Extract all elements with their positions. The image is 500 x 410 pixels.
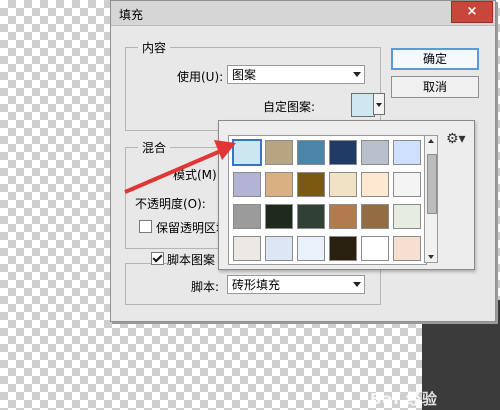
script-select-value: 砖形填充 [232,278,281,292]
pattern-swatch[interactable] [361,236,389,261]
pattern-swatch[interactable] [233,204,261,229]
script-select[interactable]: 砖形填充 [227,275,365,294]
pattern-swatch[interactable] [361,172,389,197]
pattern-swatch[interactable] [329,140,357,165]
content-group-legend: 内容 [138,39,171,56]
use-select[interactable]: 图案 [227,65,365,84]
custom-pattern-dropdown-button[interactable] [373,93,385,115]
ok-button[interactable]: 确定 [391,48,479,70]
pattern-swatch[interactable] [297,204,325,229]
gear-icon[interactable]: ⚙▾ [446,131,466,147]
pattern-swatch[interactable] [393,140,421,165]
script-label: 脚本: [191,280,220,294]
pattern-swatch[interactable] [297,236,325,261]
pattern-scrollbar[interactable] [424,135,438,263]
script-pattern-label: 脚本图案 [167,251,219,268]
pattern-swatch[interactable] [361,204,389,229]
use-select-value: 图案 [232,68,257,82]
pattern-swatch[interactable] [233,172,261,197]
content-group: 内容 [125,39,381,131]
chevron-down-icon [353,72,361,77]
pattern-swatch[interactable] [297,172,325,197]
dialog-title: 填充 [119,8,144,22]
pattern-swatch[interactable] [329,236,357,261]
pattern-swatch[interactable] [297,140,325,165]
pattern-swatch[interactable] [265,236,293,261]
watermark: Bai 经验 [370,390,438,408]
scroll-up-icon[interactable] [428,139,434,143]
pattern-swatch[interactable] [233,236,261,261]
preserve-transparency-checkbox[interactable] [139,220,152,233]
mode-label: 模式(M): [173,168,221,182]
pattern-swatch[interactable] [393,172,421,197]
close-button[interactable]: × [451,1,493,23]
pattern-swatch[interactable] [393,236,421,261]
pattern-swatch[interactable] [265,204,293,229]
pattern-grid [228,135,427,265]
pattern-swatch[interactable] [232,139,262,166]
pattern-swatch[interactable] [329,172,357,197]
pattern-swatch[interactable] [329,204,357,229]
pattern-swatch[interactable] [393,204,421,229]
use-label: 使用(U): [177,70,224,84]
chevron-down-icon [353,282,361,287]
blend-group-legend: 混合 [138,139,171,156]
opacity-label: 不透明度(O): [135,197,206,211]
custom-pattern-label: 自定图案: [263,100,316,114]
script-pattern-checkbox[interactable] [151,252,164,265]
pattern-swatch[interactable] [265,140,293,165]
cancel-button[interactable]: 取消 [391,76,479,98]
pattern-swatch[interactable] [361,140,389,165]
scroll-thumb[interactable] [427,154,437,214]
pattern-picker-popup: ⚙▾ [218,120,475,270]
pattern-swatch[interactable] [265,172,293,197]
scroll-down-icon[interactable] [428,255,434,259]
title-bar[interactable]: 填充 × [111,1,495,26]
custom-pattern-swatch[interactable] [351,93,375,117]
